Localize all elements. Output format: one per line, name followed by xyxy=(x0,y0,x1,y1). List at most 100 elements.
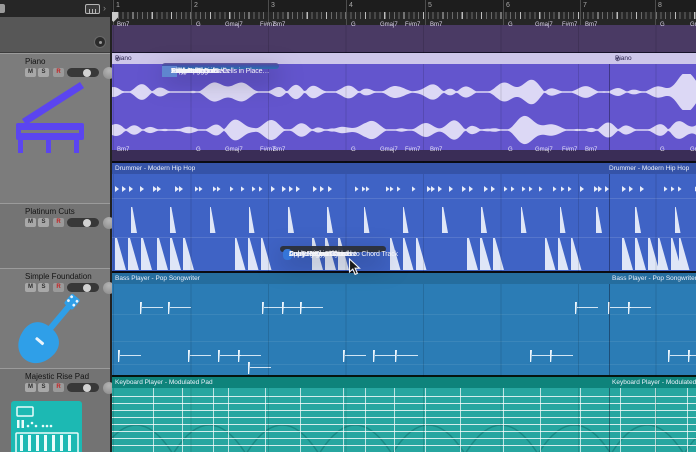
drum-hit-mark xyxy=(271,186,275,192)
chord-track-header[interactable] xyxy=(0,17,110,53)
bass-note-mark xyxy=(118,350,144,362)
track-header-piano[interactable]: Piano M S R xyxy=(0,53,110,203)
drum-spike-mark xyxy=(364,207,370,233)
drum-spike-mark xyxy=(327,207,333,233)
solo-button[interactable]: S xyxy=(38,68,49,77)
drum-hit-mark xyxy=(195,186,199,192)
drum-sail-mark xyxy=(248,238,259,270)
drum-hit-mark xyxy=(175,186,179,192)
region-name: Drummer - Modern Hip Hop xyxy=(609,163,689,174)
drum-hit-mark xyxy=(678,186,682,192)
drum-hit-mark xyxy=(580,186,584,192)
bass-track-lane[interactable]: Bass Player - Pop Songwriter Bass Player… xyxy=(112,271,696,375)
track-header-majestic-rise-pad[interactable]: Majestic Rise Pad M S R xyxy=(0,368,110,452)
bass-note-mark xyxy=(168,302,194,314)
drum-hit-mark xyxy=(282,186,286,192)
solo-button[interactable]: S xyxy=(38,383,49,392)
track-name: Majestic Rise Pad xyxy=(25,372,89,381)
volume-slider[interactable] xyxy=(67,218,99,227)
region-name: Piano⊕ xyxy=(115,53,120,64)
drum-hit-mark xyxy=(629,186,633,192)
drum-hit-mark xyxy=(289,186,293,192)
drum-hit-mark xyxy=(427,186,431,192)
keys-note-boundary xyxy=(394,388,395,452)
mouse-cursor xyxy=(348,258,361,277)
drum-sail-mark xyxy=(416,238,427,270)
drum-hit-mark xyxy=(469,186,473,192)
drum-sail-mark xyxy=(493,238,504,270)
mute-button[interactable]: M xyxy=(25,218,36,227)
drum-hit-mark xyxy=(122,186,126,192)
drum-sail-mark xyxy=(261,238,272,270)
drum-hit-mark xyxy=(511,186,515,192)
keys-note-boundary xyxy=(540,388,541,452)
drum-sail-mark xyxy=(403,238,414,270)
bar-tick xyxy=(503,0,504,25)
bar-number: 1 xyxy=(116,2,120,9)
drum-hit-mark xyxy=(366,186,370,192)
drum-hit-mark xyxy=(355,186,359,192)
drum-hit-mark xyxy=(484,186,488,192)
drummer-track-lane[interactable]: Drummer - Modern Hip Hop Drummer - Moder… xyxy=(112,161,696,271)
mute-button[interactable]: M xyxy=(25,383,36,392)
menu-item-export[interactable]: Export› xyxy=(162,66,177,77)
bass-note-mark xyxy=(343,350,369,362)
track-header-platinum-cuts[interactable]: Platinum Cuts M S R xyxy=(0,203,110,268)
drum-hit-mark xyxy=(328,186,332,192)
drum-hit-mark xyxy=(598,186,602,192)
bar-tick xyxy=(191,0,192,25)
region-chord-strip: Bm7GGmaj7F#m7Bm7GGmaj7F#m7Bm7GGmaj7F#m7B… xyxy=(112,150,696,161)
drum-hit-mark xyxy=(529,186,533,192)
keyboard-track-lane[interactable]: Keyboard Player - Modulated Pad Keyboard… xyxy=(112,375,696,452)
region-boundary xyxy=(609,273,610,375)
drum-hit-mark xyxy=(296,186,300,192)
drum-sail-mark xyxy=(467,238,478,270)
bass-note-mark xyxy=(688,350,696,362)
chevron-right-icon[interactable]: › xyxy=(103,2,111,14)
drum-hit-mark xyxy=(671,186,675,192)
drum-spike-mark xyxy=(596,207,602,233)
drum-hit-mark xyxy=(386,186,390,192)
logic-pro-arrange-window: › Piano M S R Plati xyxy=(0,0,696,452)
region-boundary xyxy=(609,163,610,271)
drum-spike-mark xyxy=(210,207,216,233)
drum-hit-mark xyxy=(539,186,543,192)
drummer-region-header[interactable]: Drummer - Modern Hip Hop Drummer - Moder… xyxy=(112,163,696,174)
drum-hit-mark xyxy=(129,186,133,192)
region-name: Keyboard Player - Modulated Pad xyxy=(612,377,696,388)
bass-note-mark xyxy=(300,302,326,314)
volume-slider[interactable] xyxy=(67,68,99,77)
record-enable-button[interactable]: R xyxy=(53,218,64,227)
drum-sail-mark xyxy=(571,238,582,270)
keys-note-boundary xyxy=(343,388,344,452)
drum-hit-mark xyxy=(594,186,598,192)
keyboard-editor-icon[interactable] xyxy=(85,4,100,14)
bar-tick xyxy=(346,0,347,25)
keyboard-region-header[interactable]: Keyboard Player - Modulated Pad Keyboard… xyxy=(112,377,696,388)
drum-spike-mark xyxy=(442,207,448,233)
region-name: Bass Player - Pop Songwriter xyxy=(612,273,696,284)
synth-keyboard-icon xyxy=(10,399,84,452)
solo-button[interactable]: S xyxy=(38,218,49,227)
volume-slider[interactable] xyxy=(67,383,99,392)
record-enable-button[interactable]: R xyxy=(53,383,64,392)
bass-note-mark xyxy=(628,302,654,314)
chord-track[interactable]: Bm7GGmaj7F#m7Bm7GGmaj7F#m7Bm7GGmaj7F#m7B… xyxy=(112,25,696,53)
drum-hit-mark xyxy=(320,186,324,192)
drum-spike-mark xyxy=(170,207,176,233)
drum-sail-mark xyxy=(183,238,194,270)
keys-note-boundary xyxy=(687,388,688,452)
submenu-item-delete-region-chords[interactable]: Delete Region Chords xyxy=(280,249,295,260)
region-name: Bass Player - Pop Songwriter xyxy=(115,273,200,284)
bar-tick xyxy=(425,0,426,25)
bass-note-mark xyxy=(575,302,601,314)
record-enable-button[interactable]: R xyxy=(53,68,64,77)
bass-note-mark xyxy=(188,350,214,362)
mute-button[interactable]: M xyxy=(25,68,36,77)
drum-hit-mark xyxy=(568,186,572,192)
track-header-simple-foundation[interactable]: Simple Foundation M S R xyxy=(0,268,110,368)
drum-sail-mark xyxy=(480,238,491,270)
bass-region-header[interactable]: Bass Player - Pop Songwriter Bass Player… xyxy=(112,273,696,284)
track-power-button[interactable] xyxy=(94,36,106,48)
bass-guitar-icon xyxy=(10,291,88,369)
